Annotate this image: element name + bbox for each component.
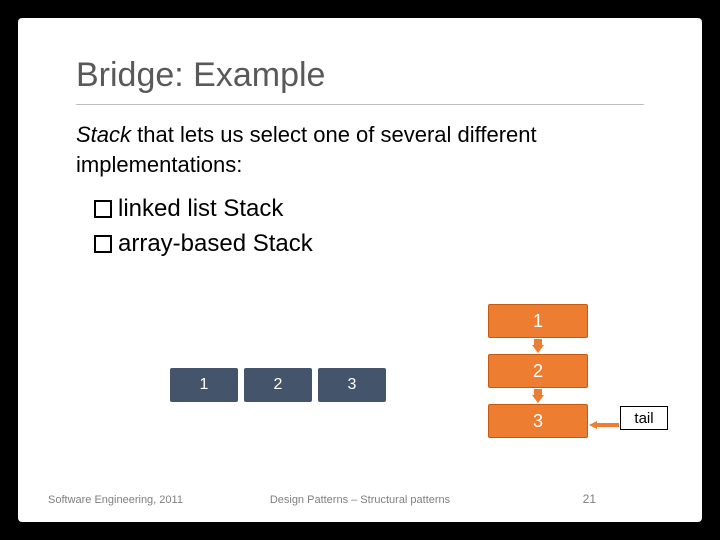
left-arrow-icon <box>589 416 619 424</box>
bullet-list: linked list Stack array-based Stack <box>94 192 313 262</box>
array-cell: 3 <box>318 368 386 402</box>
bullet-box-icon <box>94 200 112 218</box>
tail-label: tail <box>620 406 668 430</box>
footer-center: Design Patterns – Structural patterns <box>18 494 702 506</box>
linked-list-node: 3 <box>488 404 588 438</box>
slide: Bridge: Example Stack that lets us selec… <box>18 18 702 522</box>
bullet-item: linked list Stack <box>94 192 313 227</box>
array-cell: 1 <box>170 368 238 402</box>
page-number: 21 <box>583 492 596 506</box>
bullet-label: array-based Stack <box>118 227 313 262</box>
down-arrow-icon <box>532 339 544 353</box>
body-text: Stack that lets us select one of several… <box>76 120 636 179</box>
bullet-box-icon <box>94 235 112 253</box>
body-lead-em: Stack <box>76 122 131 147</box>
linked-list-stack: 1 2 3 <box>488 304 588 438</box>
bullet-label: linked list Stack <box>118 192 283 227</box>
down-arrow-icon <box>532 389 544 403</box>
body-lead-rest: that lets us select one of several diffe… <box>76 122 537 177</box>
array-stack: 1 2 3 <box>170 368 386 402</box>
linked-list-node: 1 <box>488 304 588 338</box>
slide-title: Bridge: Example <box>76 56 325 95</box>
bullet-item: array-based Stack <box>94 227 313 262</box>
array-cell: 2 <box>244 368 312 402</box>
linked-list-node: 2 <box>488 354 588 388</box>
title-underline <box>76 104 644 105</box>
